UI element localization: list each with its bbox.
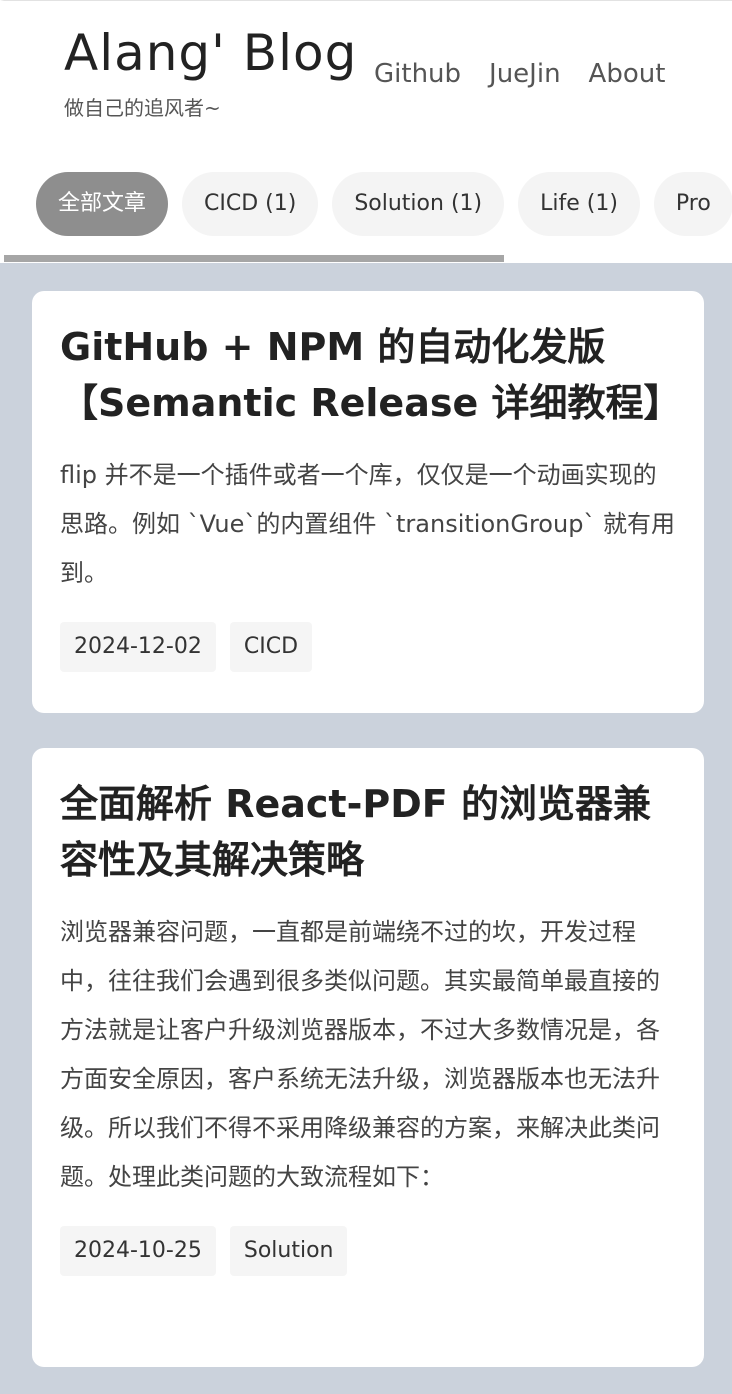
post-meta: 2024-10-25 Solution: [60, 1226, 676, 1276]
tab-pro[interactable]: Pro: [653, 172, 732, 236]
post-category-tag[interactable]: CICD: [229, 622, 313, 672]
post-card[interactable]: GitHub + NPM 的自动化发版【Semantic Release 详细教…: [32, 291, 704, 713]
post-meta: 2024-12-02 CICD: [60, 622, 676, 672]
tab-cicd[interactable]: CICD (1): [182, 172, 319, 236]
tab-all-articles[interactable]: 全部文章: [36, 172, 169, 236]
page: Alang' Blog 做自己的追风者~ Github JueJin About…: [0, 0, 732, 1394]
tabs-scrollbar-thumb[interactable]: [4, 255, 504, 262]
post-category-tag[interactable]: Solution: [229, 1226, 348, 1276]
tab-life[interactable]: Life (1): [518, 172, 640, 236]
post-title[interactable]: 全面解析 React-PDF 的浏览器兼容性及其解决策略: [60, 776, 676, 888]
post-date: 2024-12-02: [60, 622, 216, 672]
category-tabs: 全部文章 CICD (1) Solution (1) Life (1) Pro: [36, 172, 732, 236]
nav-link-github[interactable]: Github: [374, 56, 461, 92]
nav-link-juejin[interactable]: JueJin: [489, 56, 561, 92]
post-excerpt: flip 并不是一个插件或者一个库，仅仅是一个动画实现的思路。例如 `Vue`的…: [60, 461, 676, 587]
site-subtitle: 做自己的追风者~: [64, 96, 221, 120]
post-date: 2024-10-25: [60, 1226, 216, 1276]
site-title[interactable]: Alang' Blog: [64, 23, 357, 83]
site-header: Alang' Blog 做自己的追风者~ Github JueJin About…: [0, 0, 732, 262]
top-nav: Github JueJin About: [374, 56, 665, 92]
tabs-scrollbar-track[interactable]: [0, 255, 732, 263]
post-title[interactable]: GitHub + NPM 的自动化发版【Semantic Release 详细教…: [60, 319, 681, 431]
post-excerpt: 浏览器兼容问题，一直都是前端绕不过的坎，开发过程中，往往我们会遇到很多类似问题。…: [60, 918, 660, 1191]
nav-link-about[interactable]: About: [589, 56, 666, 92]
tab-solution[interactable]: Solution (1): [332, 172, 505, 236]
post-card[interactable]: 全面解析 React-PDF 的浏览器兼容性及其解决策略 浏览器兼容问题，一直都…: [32, 748, 704, 1367]
